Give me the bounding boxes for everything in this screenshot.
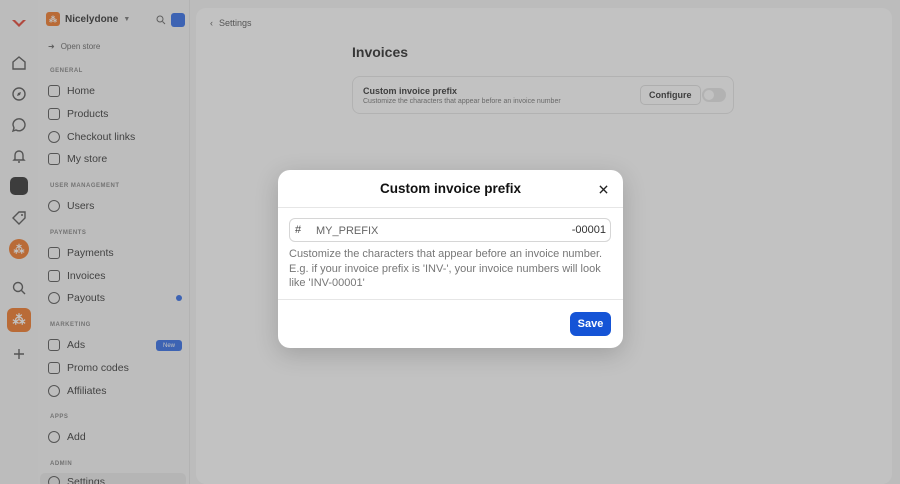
modal-header: Custom invoice prefix bbox=[278, 170, 623, 208]
custom-prefix-modal: Custom invoice prefix # -00001 Customize… bbox=[278, 170, 623, 348]
invoice-number-suffix: -00001 bbox=[571, 224, 606, 236]
close-icon bbox=[598, 184, 608, 194]
modal-title: Custom invoice prefix bbox=[379, 181, 522, 196]
prefix-input[interactable] bbox=[316, 222, 546, 239]
help-text: Customize the characters that appear bef… bbox=[289, 248, 603, 289]
prefix-field[interactable]: # -00001 bbox=[289, 218, 611, 242]
save-button[interactable]: Save bbox=[570, 312, 611, 336]
hash-prefix: # bbox=[295, 224, 302, 236]
close-button[interactable] bbox=[596, 182, 610, 196]
modal-footer-divider bbox=[278, 299, 623, 300]
